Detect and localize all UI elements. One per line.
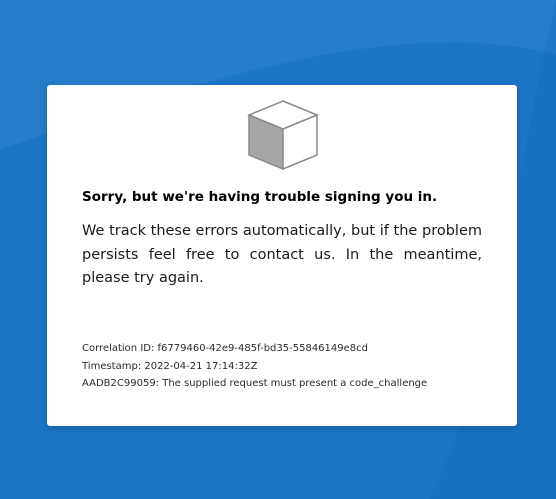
error-message: We track these errors automatically, but… — [82, 223, 482, 286]
correlation-id: Correlation ID: f6779460-42e9-485f-bd35-… — [82, 343, 368, 354]
cube-icon — [247, 100, 319, 171]
error-card: Sorry, but we're having trouble signing … — [47, 85, 517, 426]
error-title: Sorry, but we're having trouble signing … — [82, 189, 438, 205]
error-details: Correlation ID: f6779460-42e9-485f-bd35-… — [82, 340, 502, 393]
timestamp: Timestamp: 2022-04-21 17:14:32Z — [82, 360, 258, 372]
error-code: AADB2C99059: The supplied request must p… — [82, 378, 428, 389]
